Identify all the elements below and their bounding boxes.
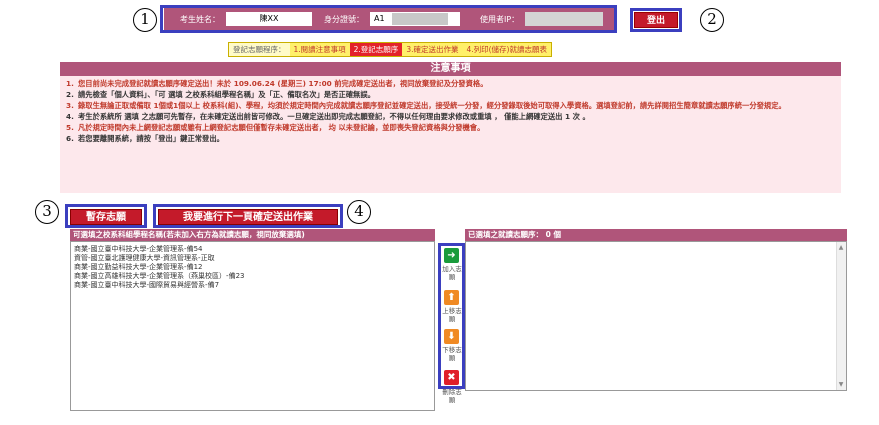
selected-list-title: 已選填之就讀志願序： 0 個 [465,229,847,241]
notice-box: 1. 您目前尚未完成登記就讀志願序確定送出！未於 109.06.24 (星期三) … [60,76,841,193]
notice-num: 4. [66,112,74,121]
move-down-button[interactable]: ⬇ [444,329,459,344]
available-list-title: 可選填之校系科組學程名稱(若未加入右方為就讀志願，視同放棄選填) [70,229,435,241]
notice-text: 您目前尚未完成登記就讀志願序確定送出！未於 109.06.24 (星期三) 17… [78,79,488,88]
id-mask [392,13,448,25]
notice-item: 5. 凡於規定時間內未上網登記志願或雖有上網登記志願但僅暫存未確定送出者， 均 以… [66,123,835,133]
notice-item: 3. 錄取生無論正取或備取 1個或1個以上 校系科(組)、學程，均須於規定時間內完… [66,101,835,111]
notice-title: 注意事項 [60,62,841,76]
id-value: A1 [370,12,460,26]
notice-text: 凡於規定時間內未上網登記志願或雖有上網登記志願但僅暫存未確定送出者， 均 以未登… [78,123,485,132]
step-2[interactable]: 2.登記志願序 [349,43,403,56]
arrow-right-icon: ➜ [447,250,456,261]
list-item[interactable]: 商業-國立高雄科技大學-企業管理系（燕巢校區）-備23 [74,272,431,281]
arrow-up-icon: ⬆ [447,292,456,303]
marker-4: 4 [347,200,371,224]
steps-prefix: 登記志願程序： [233,45,286,54]
move-up-button[interactable]: ⬆ [444,290,459,305]
notice-num: 3. [66,101,74,110]
notice-item: 6. 若您要離開系統，請按「登出」鍵正常登出。 [66,134,835,144]
notice-num: 1. [66,79,74,88]
selected-list[interactable]: ▲ ▼ [465,241,847,391]
available-list[interactable]: 商業-國立臺中科技大學-企業管理系-備54 資管-國立臺北護理健康大學-資訊管理… [70,241,435,411]
list-item[interactable]: 資管-國立臺北護理健康大學-資訊管理系-正取 [74,254,431,263]
notice-num: 6. [66,134,74,143]
close-icon: ✖ [447,372,456,383]
save-draft-button[interactable]: 暫存志願 [70,209,142,225]
marker-3: 3 [35,200,59,224]
marker-2: 2 [700,8,724,32]
marker-1: 1 [133,8,157,32]
scroll-down-icon[interactable]: ▼ [836,381,846,388]
notice-num: 5. [66,123,74,132]
notice-item: 2. 請先檢查「個人資料」、「可 選填 之校系科組學程名稱」及「正、備取名次」是否… [66,90,835,100]
delete-choice-label: 刪除志願 [442,388,462,404]
step-4[interactable]: 4.列印(儲存)就讀志願表 [462,43,551,56]
notice-text: 若您要離開系統，請按「登出」鍵正常登出。 [78,134,224,143]
move-up-label: 上移志願 [442,307,462,323]
list-item[interactable]: 商業-國立臺中科技大學-企業管理系-備54 [74,245,431,254]
notice-text: 錄取生無論正取或備取 1個或1個以上 校系科(組)、學程，均須於規定時間內完成就… [78,101,786,110]
notice-item: 1. 您目前尚未完成登記就讀志願序確定送出！未於 109.06.24 (星期三) … [66,79,835,89]
scroll-up-icon[interactable]: ▲ [836,244,846,251]
step-indicator: 登記志願程序： 1.閱讀注意事項 2.登記志願序 3.確定送出作業 4.列印(儲… [228,42,552,57]
ip-label: 使用者IP： [480,14,520,24]
step-3[interactable]: 3.確定送出作業 [402,43,463,56]
ip-value [525,12,604,26]
scrollbar[interactable] [836,242,846,390]
add-choice-label: 加入志願 [442,265,462,281]
user-info-bar: 考生姓名： 陳XX 身分證號： A1 使用者IP： [164,8,614,30]
move-down-label: 下移志願 [442,346,462,362]
list-item[interactable]: 商業-國立勤益科技大學-企業管理系-備12 [74,263,431,272]
list-item[interactable]: 商業-國立臺中科技大學-國際貿易與經營系-備7 [74,281,431,290]
name-label: 考生姓名： [180,14,220,24]
add-choice-button[interactable]: ➜ [444,248,459,263]
step-1[interactable]: 1.閱讀注意事項 [289,43,350,56]
id-label: 身分證號： [324,14,364,24]
arrow-down-icon: ⬇ [447,331,456,342]
notice-num: 2. [66,90,74,99]
id-value-text: A1 [374,14,385,23]
name-value: 陳XX [226,12,312,26]
next-page-button[interactable]: 我要進行下一頁確定送出作業 [158,209,338,225]
notice-item: 4. 考生於系統所 選填 之志願可先暫存，在未確定送出前皆可修改。一旦確定送出即完… [66,112,835,122]
delete-choice-button[interactable]: ✖ [444,370,459,385]
notice-text: 考生於系統所 選填 之志願可先暫存，在未確定送出前皆可修改。一旦確定送出即完成志… [78,112,590,121]
notice-text: 請先檢查「個人資料」、「可 選填 之校系科組學程名稱」及「正、備取名次」是否正確… [78,90,375,99]
logout-button[interactable]: 登出 [634,12,678,28]
